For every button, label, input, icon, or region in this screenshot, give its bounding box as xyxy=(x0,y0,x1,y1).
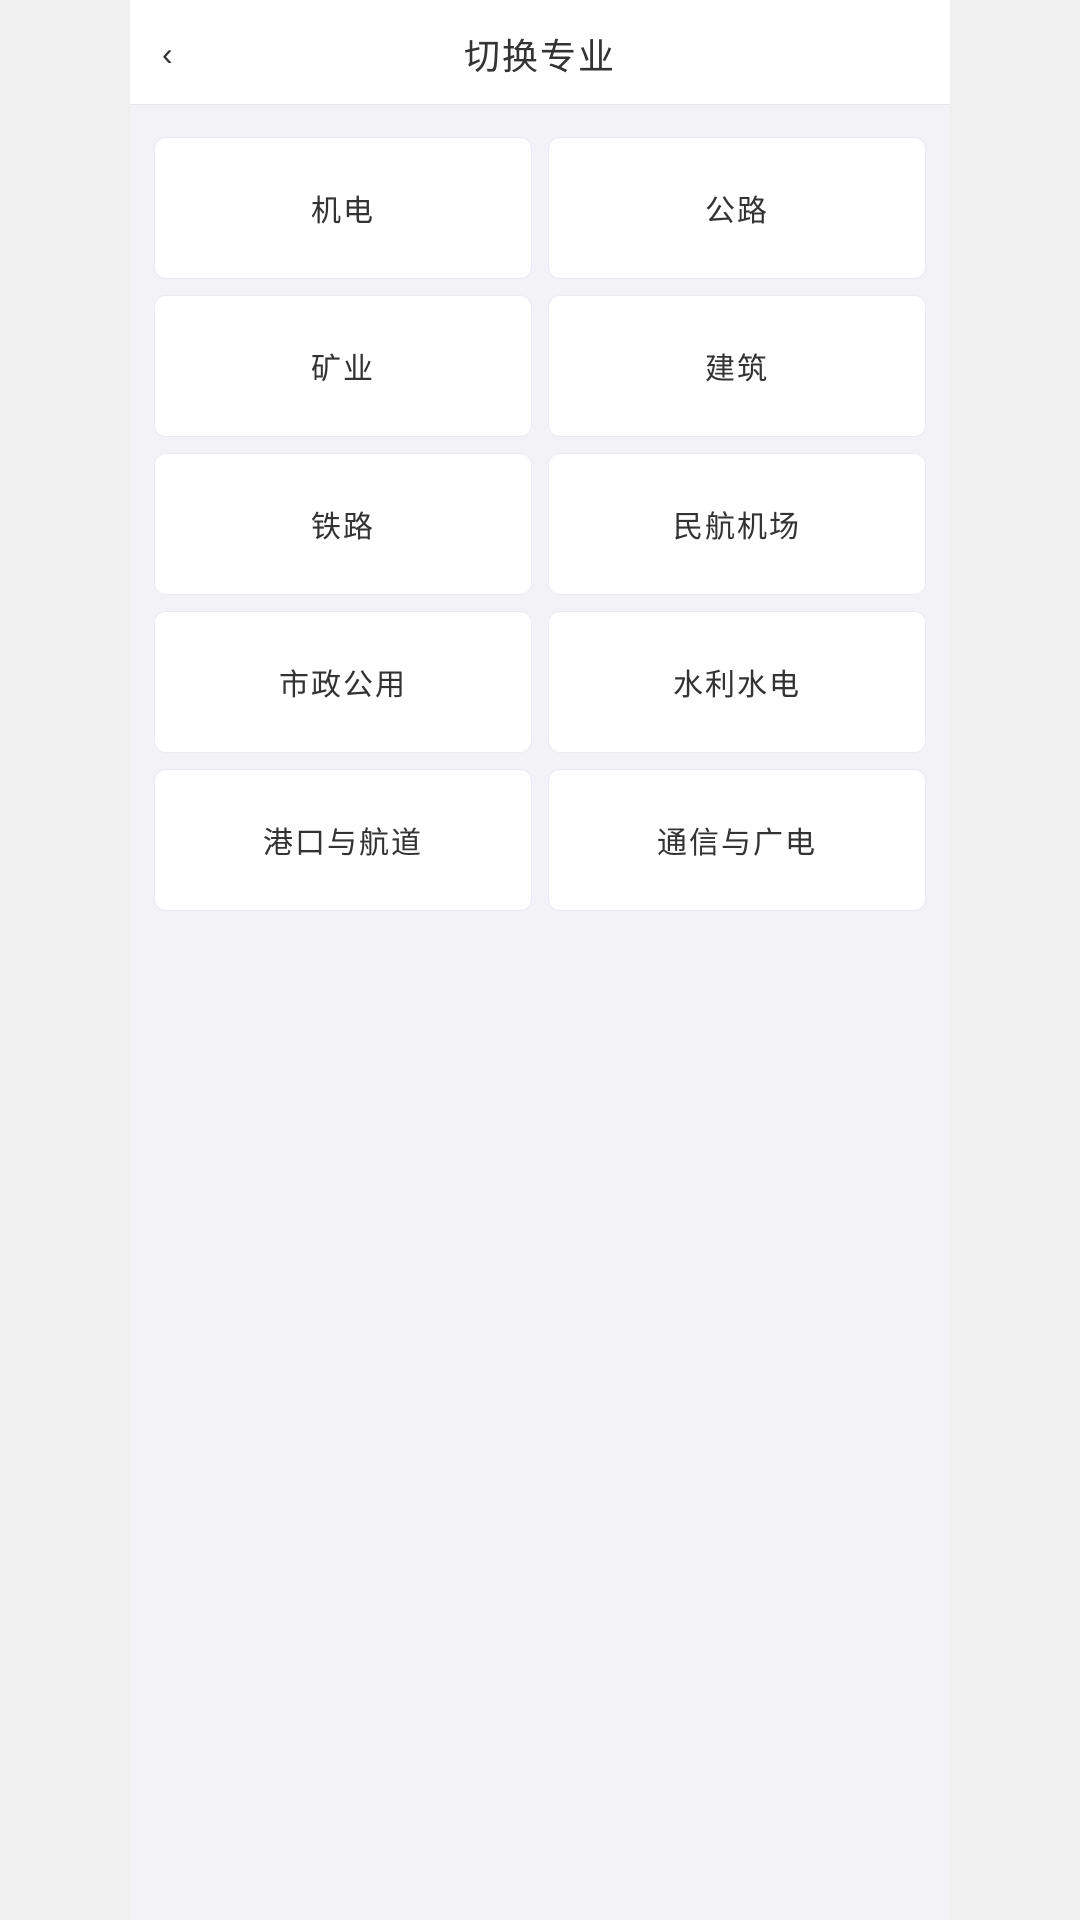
header: ‹ 切换专业 xyxy=(130,0,950,105)
specialty-label-shizhenggongyong: 市政公用 xyxy=(279,660,407,704)
back-icon: ‹ xyxy=(162,36,173,72)
specialty-label-tielu: 铁路 xyxy=(311,502,375,546)
specialty-item-jidian[interactable]: 机电 xyxy=(154,137,532,279)
specialty-label-gangkouyuhangdao: 港口与航道 xyxy=(263,818,423,862)
specialty-label-kuangye: 矿业 xyxy=(311,344,375,388)
specialty-label-minhangjichangjichang: 民航机场 xyxy=(673,502,801,546)
specialty-label-tongxinyuguangdian: 通信与广电 xyxy=(657,818,817,862)
page-title: 切换专业 xyxy=(464,28,616,80)
specialty-label-gonglu: 公路 xyxy=(705,186,769,230)
specialty-label-shuilishuidiann: 水利水电 xyxy=(673,660,801,704)
specialty-item-tongxinyuguangdian[interactable]: 通信与广电 xyxy=(548,769,926,911)
specialty-label-jidian: 机电 xyxy=(311,186,375,230)
content-area: 机电 公路矿业 建筑铁路 民航机场市政公用 水利水电港口与航道 通信与广电 xyxy=(130,105,950,943)
back-button[interactable]: ‹ xyxy=(154,30,181,78)
specialty-item-jianzhu[interactable]: 建筑 xyxy=(548,295,926,437)
phone-container: ‹ 切换专业 机电 公路矿业 建筑铁路 民航机场市政公用 水利水电港口与航道 通信与广电 xyxy=(130,0,950,1920)
specialty-item-tielu[interactable]: 铁路 xyxy=(154,453,532,595)
specialty-item-minhangjichangjichang[interactable]: 民航机场 xyxy=(548,453,926,595)
specialty-label-jianzhu: 建筑 xyxy=(705,344,769,388)
specialty-item-shizhenggongyong[interactable]: 市政公用 xyxy=(154,611,532,753)
specialty-grid: 机电 公路矿业 建筑铁路 民航机场市政公用 水利水电港口与航道 通信与广电 xyxy=(154,137,926,911)
specialty-item-gangkouyuhangdao[interactable]: 港口与航道 xyxy=(154,769,532,911)
specialty-item-gonglu[interactable]: 公路 xyxy=(548,137,926,279)
specialty-item-shuilishuidiann[interactable]: 水利水电 xyxy=(548,611,926,753)
specialty-item-kuangye[interactable]: 矿业 xyxy=(154,295,532,437)
